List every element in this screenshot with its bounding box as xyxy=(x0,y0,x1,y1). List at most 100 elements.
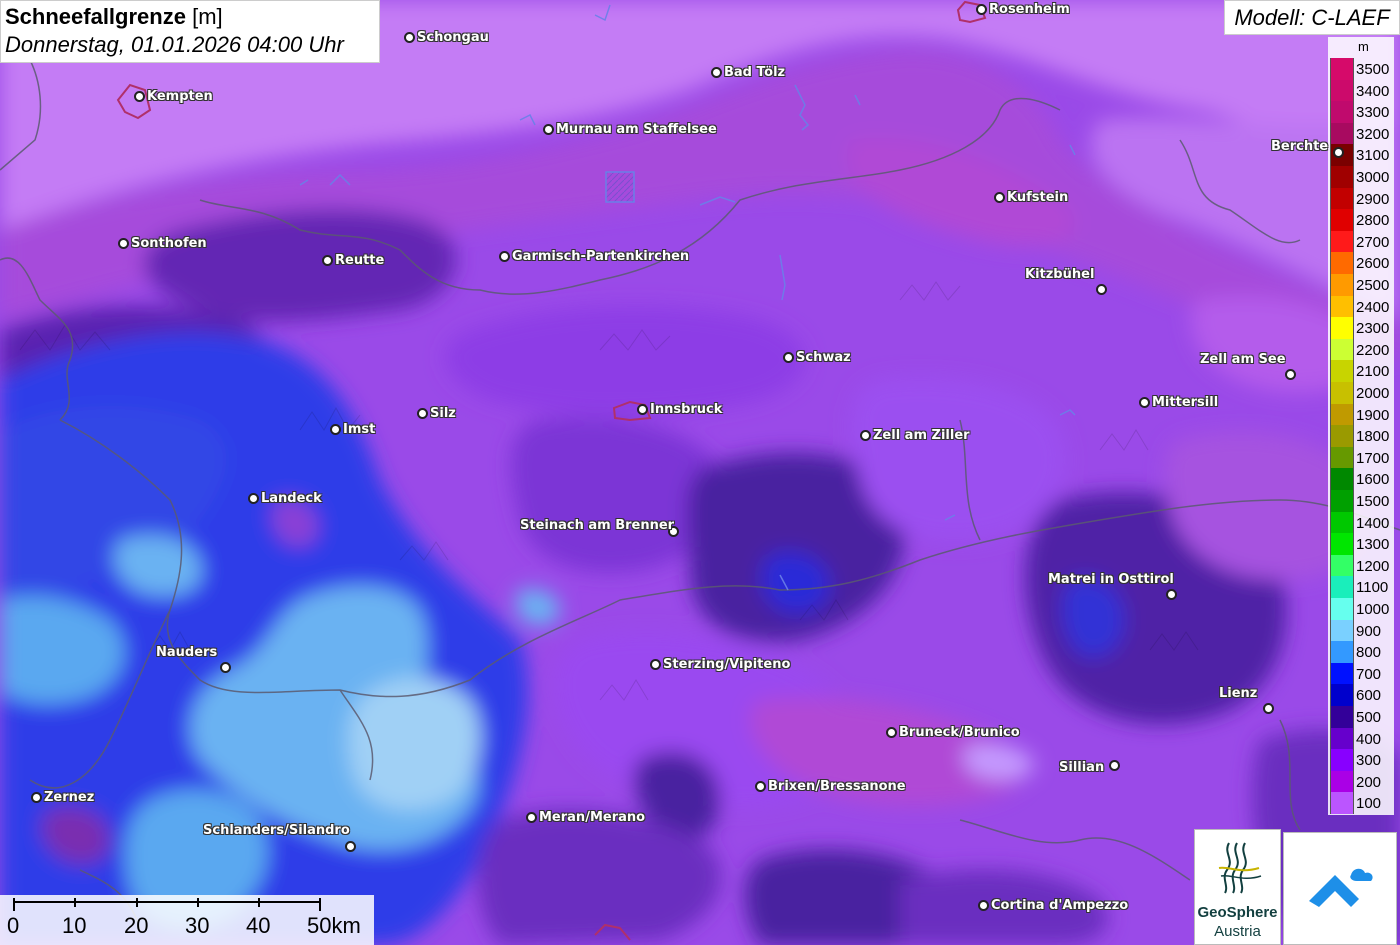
city-dot-icon xyxy=(248,493,259,504)
legend-row: 2800 xyxy=(1330,209,1392,231)
legend-row: 1800 xyxy=(1330,425,1392,447)
city-label: Steinach am Brenner xyxy=(520,518,675,533)
legend-label: 3400 xyxy=(1356,82,1390,100)
city-label: Murnau am Staffelsee xyxy=(556,122,717,137)
legend-row: 2200 xyxy=(1330,338,1392,361)
legend-row: 1700 xyxy=(1330,446,1392,469)
city-dot-icon xyxy=(526,812,537,823)
legend-row: 1100 xyxy=(1330,576,1392,598)
legend-label: 2200 xyxy=(1356,341,1390,359)
legend-label: 200 xyxy=(1356,773,1382,791)
city-label: Brixen/Bressanone xyxy=(768,779,906,794)
legend-row: 400 xyxy=(1330,727,1392,750)
legend-label: 1600 xyxy=(1356,471,1390,489)
legend-swatch xyxy=(1330,79,1354,102)
city-dot-icon xyxy=(118,238,129,249)
legend-label: 1500 xyxy=(1356,493,1390,510)
legend-label: 2100 xyxy=(1356,363,1390,381)
legend-row: 1200 xyxy=(1330,554,1392,577)
city-label: Berchte xyxy=(1271,139,1329,154)
city-label: Sterzing/Vipiteno xyxy=(663,657,791,672)
city-label: Schongau xyxy=(417,30,489,45)
legend-label: 500 xyxy=(1356,709,1382,726)
city-dot-icon xyxy=(417,408,428,419)
legend-label: 3200 xyxy=(1356,125,1390,143)
legend-row: 1900 xyxy=(1330,403,1392,426)
legend-swatch xyxy=(1330,58,1354,80)
geosphere-name: GeoSphere xyxy=(1197,904,1278,921)
legend-row: 1000 xyxy=(1330,598,1392,620)
legend-row: 3400 xyxy=(1330,79,1392,102)
legend-row: 2000 xyxy=(1330,382,1392,404)
city-dot-icon xyxy=(330,424,341,435)
city-label: Sillian xyxy=(1059,760,1105,775)
legend-swatch xyxy=(1330,338,1354,361)
city-label: Imst xyxy=(343,422,376,437)
city-dot-icon xyxy=(650,659,661,670)
legend-swatch xyxy=(1330,468,1354,490)
city-label: Sonthofen xyxy=(131,236,207,251)
legend-row: 300 xyxy=(1330,749,1392,771)
city-dot-icon xyxy=(322,255,333,266)
legend-row: 500 xyxy=(1330,706,1392,728)
legend-swatch xyxy=(1330,684,1354,706)
city-label: Silz xyxy=(430,406,456,421)
city-label: Lienz xyxy=(1219,686,1258,701)
weather-app-logo[interactable] xyxy=(1283,832,1397,945)
legend-unit: m xyxy=(1358,39,1369,54)
legend-swatch xyxy=(1330,641,1354,663)
legend-swatch xyxy=(1330,360,1354,382)
title-line: Schneefallgrenze [m] xyxy=(5,3,375,31)
geosphere-logo[interactable]: GeoSphere Austria xyxy=(1194,829,1281,945)
legend-swatch xyxy=(1330,598,1354,620)
legend-swatch xyxy=(1330,101,1354,123)
legend-label: 600 xyxy=(1356,687,1382,705)
city-label: Reutte xyxy=(335,253,385,268)
legend-row: 2300 xyxy=(1330,317,1392,339)
city-label: Bruneck/Brunico xyxy=(899,725,1020,740)
legend-row: 2500 xyxy=(1330,274,1392,296)
city-dot-icon xyxy=(1166,589,1177,600)
legend-label: 2700 xyxy=(1356,233,1390,251)
legend-row: 3000 xyxy=(1330,166,1392,188)
legend-label: 1300 xyxy=(1356,536,1390,554)
city-label: Rosenheim xyxy=(989,2,1070,17)
legend-row: 2400 xyxy=(1330,295,1392,318)
city-label: Zell am Ziller xyxy=(873,428,970,443)
city-label: Meran/Merano xyxy=(539,810,646,825)
legend-swatch xyxy=(1330,792,1354,814)
city-label: Garmisch-Partenkirchen xyxy=(512,249,690,264)
legend-row: 600 xyxy=(1330,684,1392,706)
legend-label: 3000 xyxy=(1356,169,1390,186)
legend-label: 1400 xyxy=(1356,514,1390,532)
legend-swatch xyxy=(1330,662,1354,685)
city-label: Landeck xyxy=(261,491,322,506)
legend-swatch xyxy=(1330,209,1354,231)
map-datetime: Donnerstag, 01.01.2026 04:00 Uhr xyxy=(5,32,344,57)
city-dot-icon xyxy=(404,32,415,43)
legend-row: 2900 xyxy=(1330,187,1392,210)
legend-label: 700 xyxy=(1356,665,1382,683)
city-dot-icon xyxy=(1139,397,1150,408)
legend-label: 400 xyxy=(1356,730,1382,748)
legend-swatch xyxy=(1330,295,1354,318)
scale-label-0: 0 xyxy=(7,913,20,938)
legend-label: 800 xyxy=(1356,644,1382,662)
legend-swatch xyxy=(1330,317,1354,339)
legend-label: 1900 xyxy=(1356,406,1390,424)
legend-row: 800 xyxy=(1330,641,1392,663)
city-label: Zernez xyxy=(44,790,95,805)
legend-label: 3300 xyxy=(1356,104,1390,122)
legend-label: 300 xyxy=(1356,752,1382,770)
city-dot-icon xyxy=(1096,284,1107,295)
legend-swatch xyxy=(1330,533,1354,555)
legend-row: 900 xyxy=(1330,619,1392,642)
snowline-map xyxy=(0,0,1400,945)
legend-swatch xyxy=(1330,554,1354,577)
map-unit: [m] xyxy=(192,4,223,29)
city-dot-icon xyxy=(31,792,42,803)
legend-label: 900 xyxy=(1356,622,1382,640)
legend-row: 700 xyxy=(1330,662,1392,685)
legend-row: 2100 xyxy=(1330,360,1392,382)
legend-swatch xyxy=(1330,511,1354,534)
